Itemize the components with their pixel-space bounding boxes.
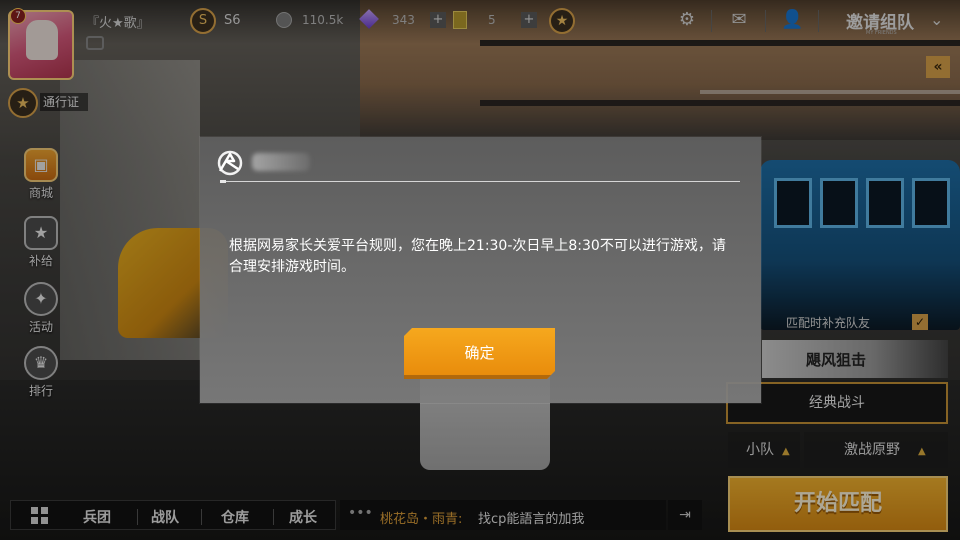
anti-addiction-dialog: 根据网易家长关爱平台规则，您在晚上21:30-次日早上8:30不可以进行游戏，请… bbox=[200, 137, 761, 403]
game-logo-icon bbox=[217, 150, 243, 176]
blurred-title bbox=[252, 153, 310, 171]
dialog-message: 根据网易家长关爱平台规则，您在晚上21:30-次日早上8:30不可以进行游戏，请… bbox=[229, 238, 726, 275]
confirm-button[interactable]: 确定 bbox=[404, 328, 555, 379]
dialog-divider bbox=[220, 180, 740, 183]
